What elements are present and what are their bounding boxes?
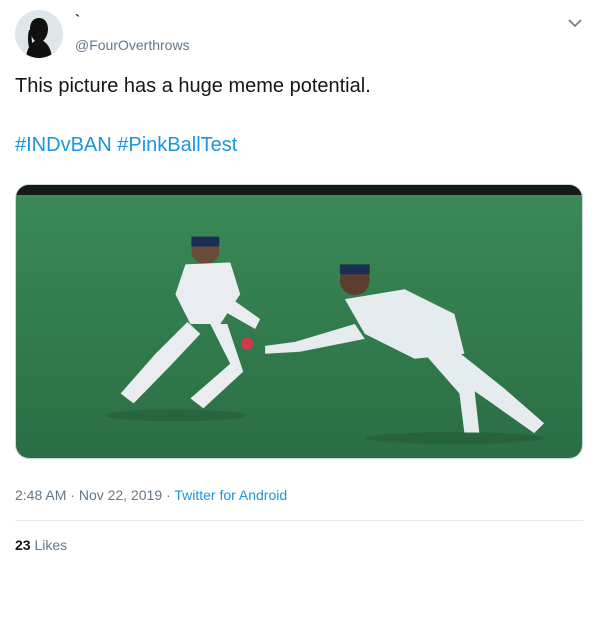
tweet-timestamp: 2:48 AM · Nov 22, 2019 · Twitter for And… xyxy=(15,486,287,504)
hashtag-link-pinkballtest[interactable]: #PinkBallTest xyxy=(117,134,237,156)
divider xyxy=(15,520,583,521)
tweet-date[interactable]: Nov 22, 2019 xyxy=(79,487,162,503)
tweet-text: This picture has a huge meme potential. xyxy=(15,75,371,97)
tweet-card: ` @FourOverthrows This picture has a hug… xyxy=(0,0,598,618)
tweet-time[interactable]: 2:48 AM xyxy=(15,487,66,503)
separator-dot: · xyxy=(166,487,171,503)
avatar[interactable] xyxy=(15,10,63,58)
hashtag-list: #INDvBAN #PinkBallTest xyxy=(15,131,237,159)
likes-stat[interactable]: 23 Likes xyxy=(15,536,67,554)
tweet-source-link[interactable]: Twitter for Android xyxy=(174,487,287,503)
display-name[interactable]: ` xyxy=(75,12,80,30)
hashtag-link-indvban[interactable]: #INDvBAN xyxy=(15,134,112,156)
chevron-down-icon[interactable] xyxy=(566,16,584,30)
tweet-media-photo[interactable] xyxy=(15,184,583,459)
separator-dot: · xyxy=(70,487,75,503)
user-handle[interactable]: @FourOverthrows xyxy=(75,36,190,54)
likes-count: 23 xyxy=(15,537,31,553)
photo-icon xyxy=(16,185,582,458)
likes-label: Likes xyxy=(34,537,68,553)
silhouette-avatar-icon xyxy=(15,10,63,58)
